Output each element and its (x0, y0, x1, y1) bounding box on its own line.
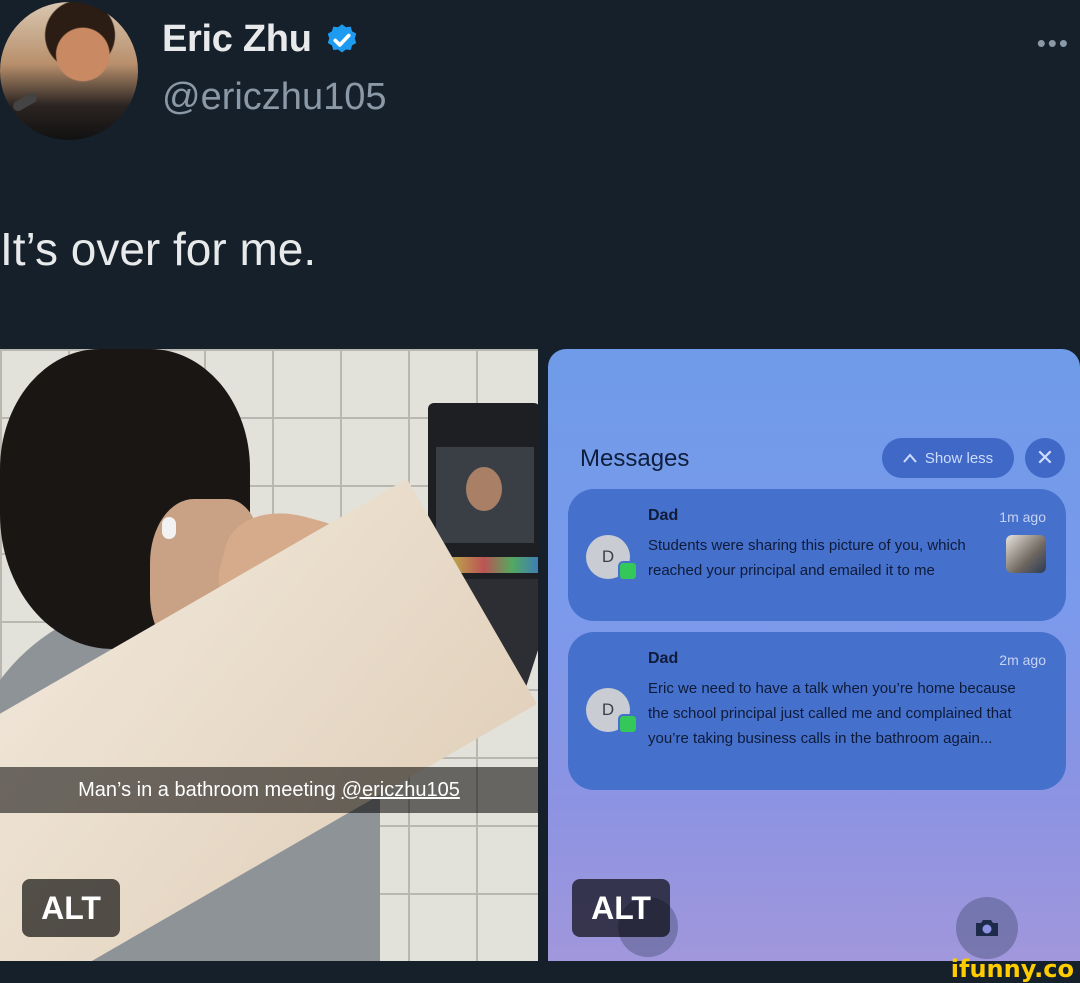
tweet-header: Eric Zhu @ericzhu105 ••• (0, 0, 1080, 150)
ifunny-watermark: ifunny.co (950, 955, 1074, 983)
call-participant (466, 467, 502, 511)
close-icon[interactable]: ✕ (1025, 438, 1065, 478)
notification-time: 2m ago (999, 652, 1046, 668)
notification-card[interactable]: D Dad 1m ago Students were sharing this … (568, 489, 1066, 621)
author-name-row: Eric Zhu (162, 18, 360, 61)
messages-group-title: Messages (580, 445, 690, 472)
camera-icon[interactable] (956, 897, 1018, 959)
more-options-icon[interactable]: ••• (1037, 28, 1070, 59)
messages-app-icon (618, 714, 638, 734)
show-less-button[interactable]: Show less (882, 438, 1014, 478)
author-name[interactable]: Eric Zhu (162, 18, 312, 61)
author-handle[interactable]: @ericzhu105 (162, 76, 386, 119)
verified-badge-icon (327, 23, 356, 52)
show-less-label: Show less (924, 449, 994, 467)
microphone-icon (11, 91, 39, 113)
video-call-window (436, 447, 534, 543)
alt-text-button-left[interactable]: ALT (22, 879, 120, 937)
bathroom-meeting-photo[interactable]: Man’s in a bathroom meeting @ericzhu105 … (0, 349, 538, 961)
media-grid: Man’s in a bathroom meeting @ericzhu105 … (0, 349, 1080, 961)
notification-body: Students were sharing this picture of yo… (648, 537, 966, 579)
author-avatar[interactable] (0, 2, 138, 140)
notification-sender: Dad (648, 507, 679, 524)
lockscreen-notifications-photo[interactable]: Messages Show less ✕ D Dad 1m ago Studen… (548, 349, 1080, 961)
messages-app-icon (618, 561, 638, 581)
snap-caption-text: Man’s in a bathroom meeting (78, 778, 336, 801)
snap-caption-bar: Man’s in a bathroom meeting @ericzhu105 (0, 767, 538, 813)
chevron-up-icon (903, 453, 917, 463)
notification-time: 1m ago (999, 509, 1046, 525)
camera-glyph (976, 920, 998, 936)
snap-caption-handle[interactable]: @ericzhu105 (342, 779, 460, 802)
notification-sender: Dad (648, 650, 679, 667)
earbud-icon (162, 517, 176, 539)
alt-text-button-right[interactable]: ALT (572, 879, 670, 937)
notification-body: Eric we need to have a talk when you’re … (648, 680, 1016, 747)
attached-photo-thumbnail (1006, 535, 1046, 573)
notification-card[interactable]: D Dad 2m ago Eric we need to have a talk… (568, 632, 1066, 790)
tweet-text: It’s over for me. (0, 223, 317, 275)
